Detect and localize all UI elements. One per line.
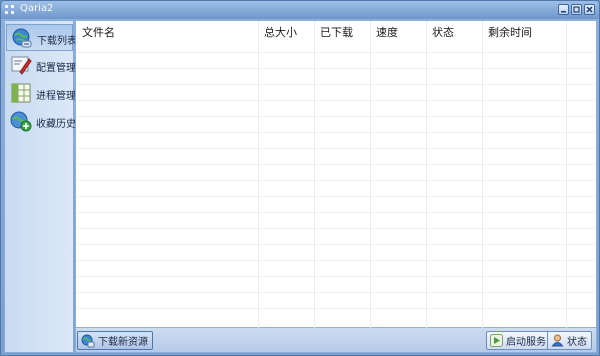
sidebar-item-label: 进程管理	[36, 91, 76, 102]
favorites-history-icon	[10, 111, 32, 132]
globe-add-icon	[81, 334, 95, 347]
globe-download-icon	[12, 28, 32, 48]
maximize-button[interactable]	[571, 4, 582, 15]
sidebar-item-download-list[interactable]: 下载列表	[6, 24, 77, 51]
column-label: 文件名	[82, 26, 115, 39]
play-icon	[490, 334, 503, 347]
status-label: 状态	[567, 337, 587, 348]
close-button[interactable]	[584, 4, 595, 15]
settings-edit-icon	[11, 56, 32, 75]
start-service-label: 启动服务	[506, 337, 546, 348]
column-header-status[interactable]: 状态	[427, 21, 483, 329]
column-header-total-size[interactable]: 总大小	[259, 21, 315, 329]
new-download-label: 下载新资源	[98, 337, 148, 348]
bottom-toolbar: 下载新资源 启动服务 状态	[75, 328, 597, 353]
column-header-speed[interactable]: 速度	[371, 21, 427, 329]
app-icon	[5, 5, 15, 15]
status-button[interactable]: 状态	[547, 331, 592, 350]
sidebar-item-favorites-history[interactable]: 收藏历史	[6, 108, 76, 135]
maximize-icon	[573, 6, 580, 13]
process-grid-icon	[11, 83, 31, 103]
minimize-icon	[561, 11, 566, 13]
column-header-downloaded[interactable]: 已下载	[315, 21, 371, 329]
window-title: Qaria2	[20, 3, 54, 14]
column-header-remaining-time[interactable]: 剩余时间	[483, 21, 567, 329]
column-label: 状态	[432, 26, 454, 39]
app-window: Qaria2 下载列表 配置管理 进程管理 收藏历史 文件名 总大小 已下载 速…	[0, 0, 600, 356]
column-header-filename[interactable]: 文件名	[76, 21, 259, 329]
sidebar: 下载列表 配置管理 进程管理 收藏历史	[4, 20, 77, 353]
sidebar-item-label: 下载列表	[37, 36, 77, 47]
new-download-button[interactable]: 下载新资源	[77, 331, 153, 350]
column-label: 已下载	[320, 26, 353, 39]
download-table[interactable]: 文件名 总大小 已下载 速度 状态 剩余时间	[75, 20, 597, 329]
start-service-button[interactable]: 启动服务	[486, 331, 551, 350]
close-icon	[586, 6, 593, 13]
sidebar-item-label: 配置管理	[36, 63, 76, 74]
column-label: 总大小	[264, 26, 297, 39]
sidebar-item-config[interactable]: 配置管理	[6, 52, 76, 79]
sidebar-item-label: 收藏历史	[36, 119, 76, 130]
sidebar-item-process[interactable]: 进程管理	[6, 80, 76, 107]
minimize-button[interactable]	[558, 4, 569, 15]
title-bar[interactable]: Qaria2	[1, 1, 599, 19]
user-status-icon	[551, 334, 564, 347]
column-label: 剩余时间	[488, 26, 532, 39]
column-label: 速度	[376, 26, 398, 39]
